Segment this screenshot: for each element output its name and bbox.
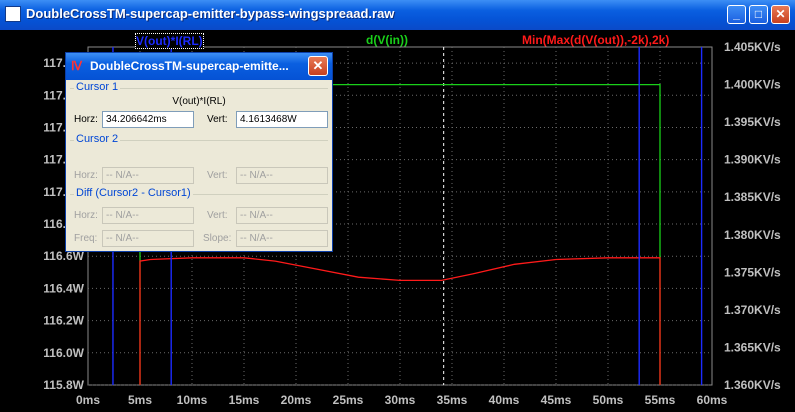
- trace-label-minmax[interactable]: Min(Max(d(V(out)),-2k),2k): [522, 33, 669, 47]
- x-tick-label: 5ms: [128, 393, 152, 407]
- series-line-1: [139, 257, 661, 385]
- x-tick-label: 10ms: [177, 393, 208, 407]
- cursor2-vert-label: Vert:: [207, 170, 228, 181]
- cursor1-horz-label: Horz:: [74, 114, 98, 125]
- cursor2-horz-label: Horz:: [74, 170, 98, 181]
- y-left-tick-label: 116.0W: [43, 346, 84, 360]
- trace-label-power[interactable]: V(out)*I(RL): [135, 33, 204, 49]
- diff-horz-field: -- N/A--: [102, 207, 194, 224]
- maximize-button[interactable]: □: [749, 5, 768, 24]
- x-tick-label: 40ms: [489, 393, 520, 407]
- x-tick-label: 50ms: [593, 393, 624, 407]
- y-left-tick-label: 115.8W: [43, 378, 84, 392]
- x-tick-label: 25ms: [333, 393, 364, 407]
- y-right-tick-label: 1.390KV/s: [724, 153, 781, 167]
- cursor-dialog[interactable]: Ⅳ DoubleCrossTM-supercap-emitte... ✕ Cur…: [65, 52, 333, 252]
- diff-horz-label: Horz:: [74, 210, 98, 221]
- cursor2-vert-field: -- N/A--: [236, 167, 328, 184]
- y-right-tick-label: 1.365KV/s: [724, 340, 781, 354]
- cursor1-vert-field[interactable]: 4.1613468W: [236, 111, 328, 128]
- x-tick-label: 45ms: [541, 393, 572, 407]
- diff-label: Diff (Cursor2 - Cursor1): [74, 187, 193, 199]
- x-tick-label: 60ms: [697, 393, 728, 407]
- cursor1-vert-label: Vert:: [207, 114, 228, 125]
- x-tick-label: 0ms: [76, 393, 100, 407]
- cursor1-trace-name: V(out)*I(RL): [172, 96, 226, 107]
- minimize-button[interactable]: _: [727, 5, 746, 24]
- waveform-app-icon: [5, 6, 21, 22]
- ltspice-icon: Ⅳ: [71, 59, 83, 73]
- y-right-tick-label: 1.360KV/s: [724, 378, 781, 392]
- y-left-tick-label: 116.2W: [43, 314, 84, 328]
- cursor-dialog-titlebar[interactable]: Ⅳ DoubleCrossTM-supercap-emitte... ✕: [66, 53, 332, 80]
- y-right-tick-label: 1.375KV/s: [724, 265, 781, 279]
- diff-slope-label: Slope:: [203, 233, 232, 244]
- x-tick-label: 20ms: [281, 393, 312, 407]
- diff-vert-field: -- N/A--: [236, 207, 328, 224]
- cursor2-horz-field: -- N/A--: [102, 167, 194, 184]
- y-right-tick-label: 1.405KV/s: [724, 40, 781, 54]
- window-title: DoubleCrossTM-supercap-emitter-bypass-wi…: [26, 6, 395, 21]
- cursor-dialog-title: DoubleCrossTM-supercap-emitte...: [90, 59, 289, 73]
- y-right-tick-label: 1.385KV/s: [724, 190, 781, 204]
- cursor1-horz-field[interactable]: 34.206642ms: [102, 111, 194, 128]
- y-right-tick-label: 1.380KV/s: [724, 228, 781, 242]
- diff-vert-label: Vert:: [207, 210, 228, 221]
- cursor-dialog-close-button[interactable]: ✕: [308, 56, 328, 76]
- y-right-tick-label: 1.370KV/s: [724, 303, 781, 317]
- x-tick-label: 35ms: [437, 393, 468, 407]
- y-right-tick-label: 1.400KV/s: [724, 78, 781, 92]
- diff-freq-label: Freq:: [74, 233, 98, 244]
- x-tick-label: 55ms: [645, 393, 676, 407]
- x-tick-label: 30ms: [385, 393, 416, 407]
- cursor1-label: Cursor 1: [74, 81, 121, 93]
- cursor2-label: Cursor 2: [74, 133, 121, 145]
- close-button[interactable]: ✕: [771, 5, 790, 24]
- x-tick-label: 15ms: [229, 393, 260, 407]
- diff-freq-field: -- N/A--: [102, 230, 194, 247]
- diff-slope-field: -- N/A--: [236, 230, 328, 247]
- trace-label-dvin[interactable]: d(V(in)): [366, 33, 408, 47]
- y-left-tick-label: 116.4W: [43, 281, 84, 295]
- y-right-tick-label: 1.395KV/s: [724, 115, 781, 129]
- window-titlebar[interactable]: DoubleCrossTM-supercap-emitter-bypass-wi…: [0, 0, 795, 30]
